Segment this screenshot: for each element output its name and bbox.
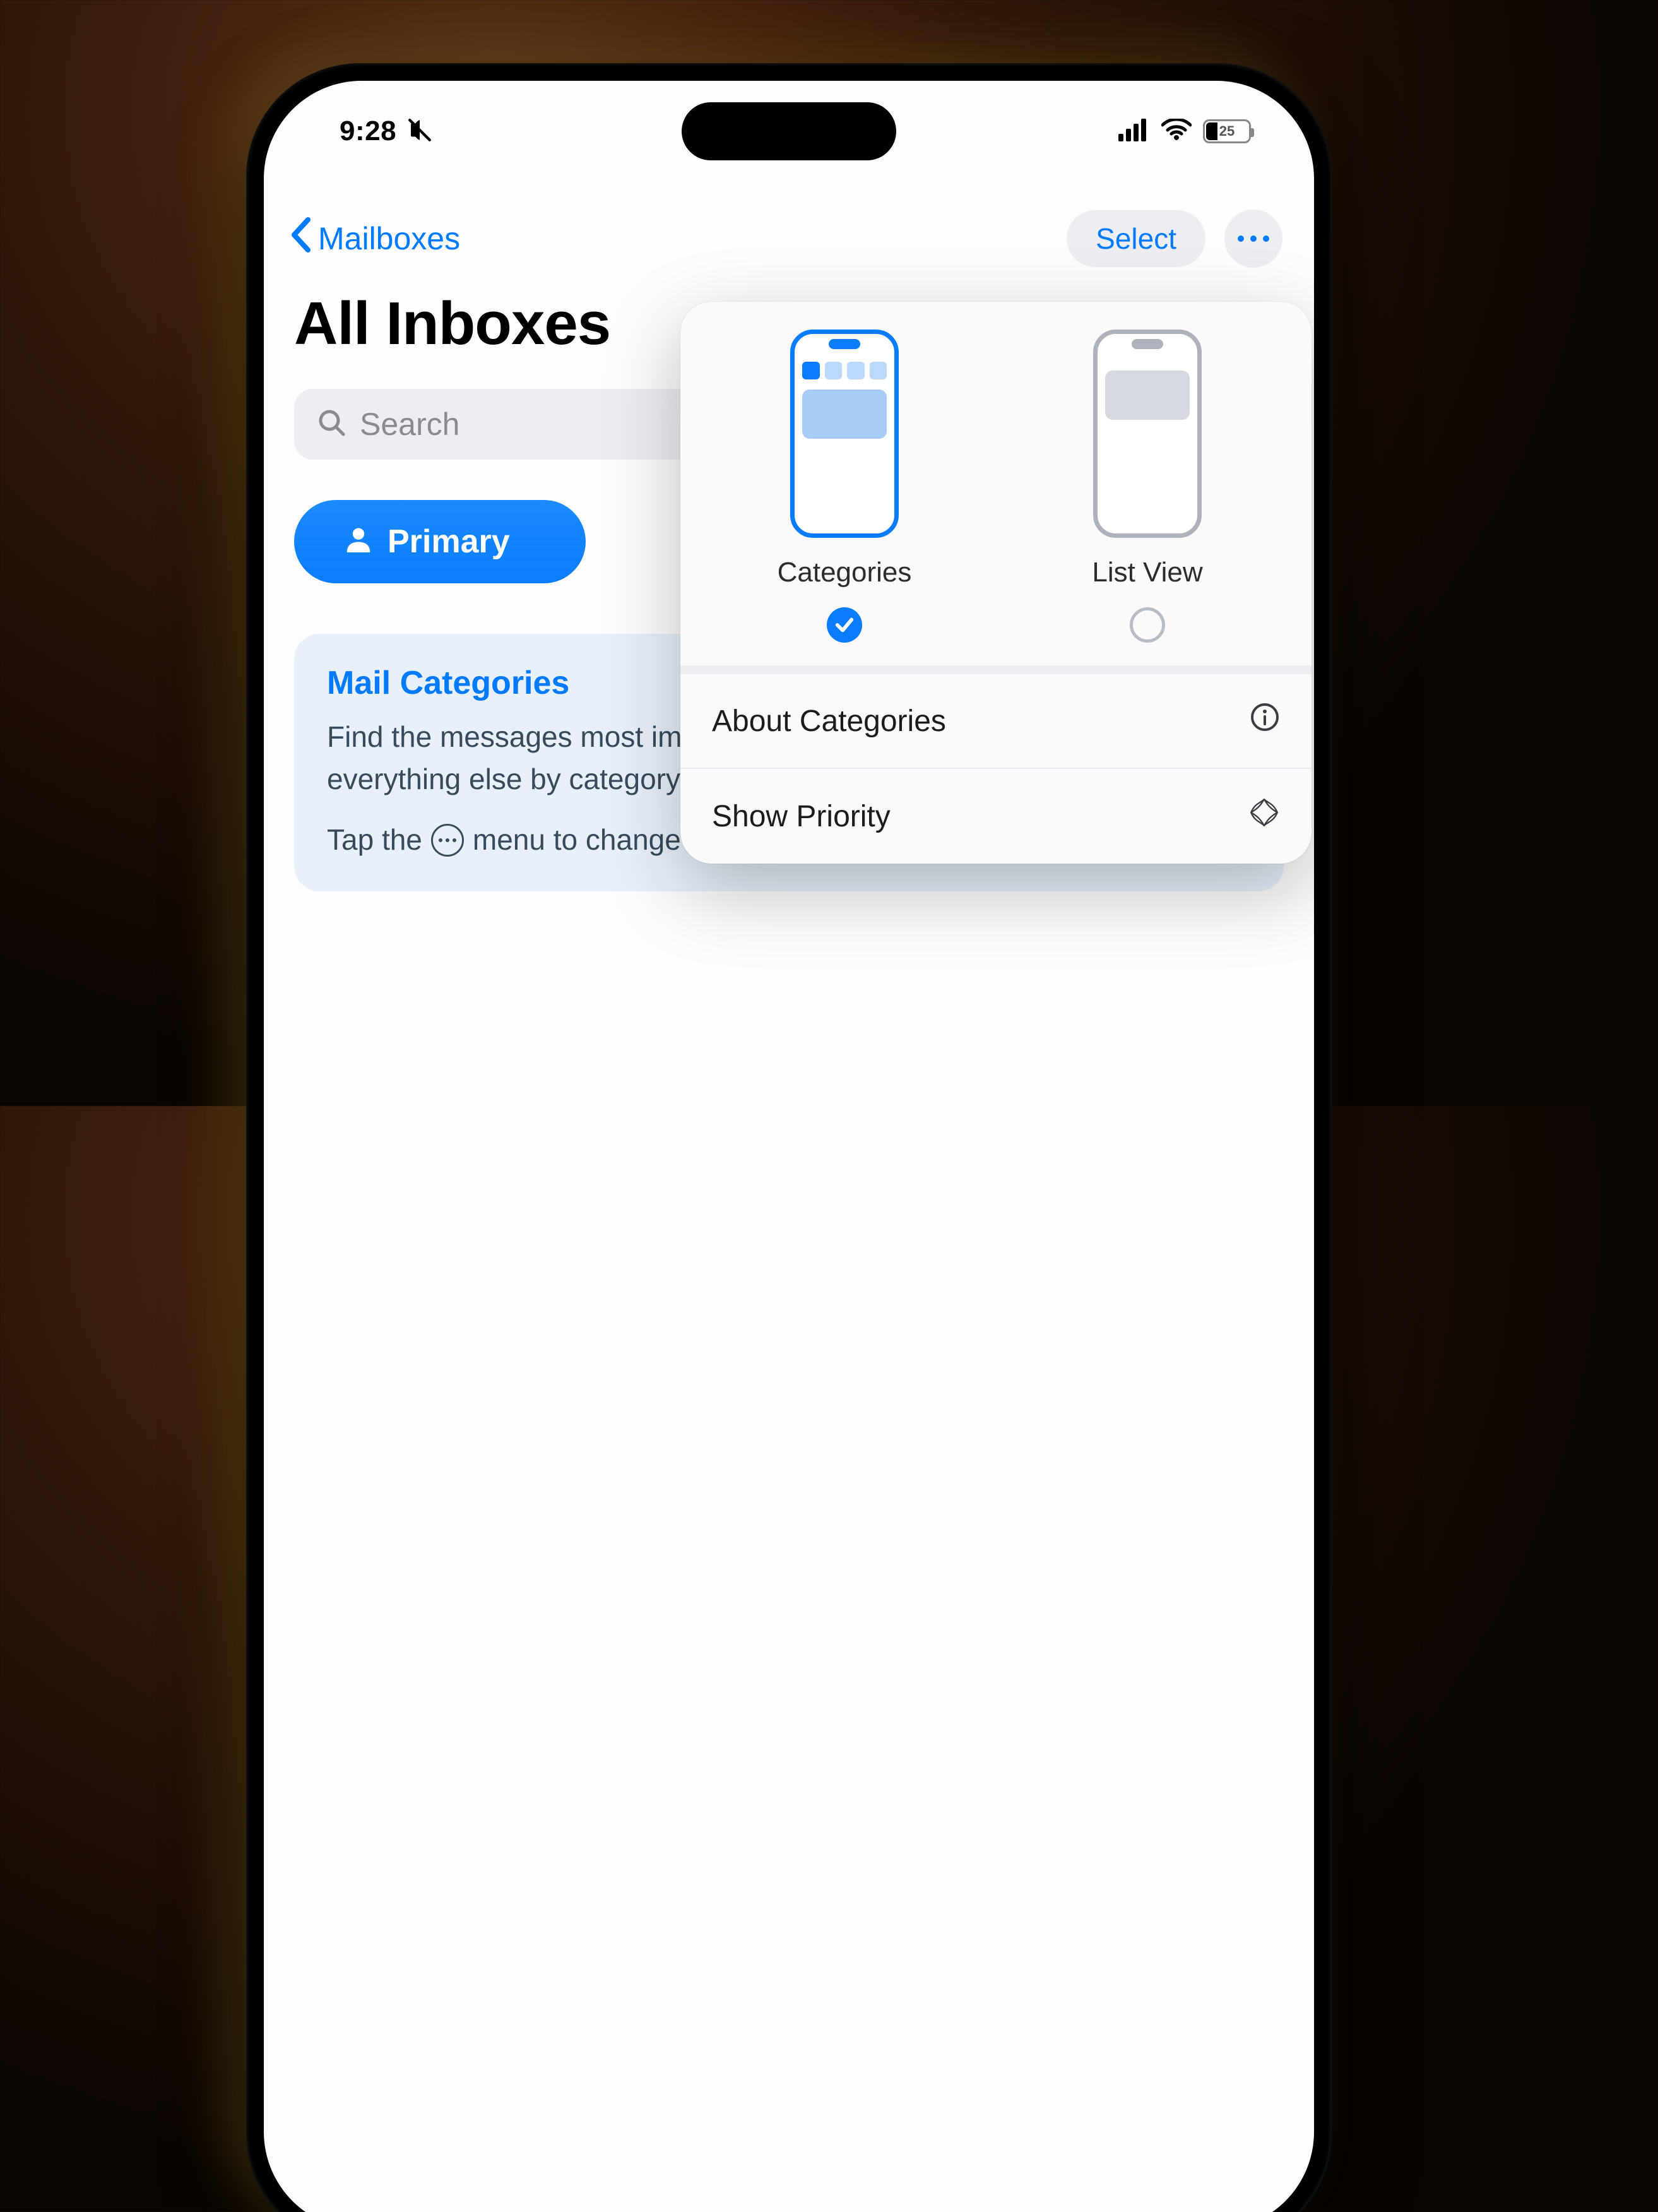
more-icon xyxy=(1238,235,1244,242)
intelligence-icon xyxy=(1248,797,1280,836)
menu-about-categories[interactable]: About Categories xyxy=(680,665,1312,768)
phone-frame: 9:28 xyxy=(246,63,1332,2212)
menu-show-priority-label: Show Priority xyxy=(712,799,891,834)
person-icon xyxy=(345,523,372,561)
nav-right: Select xyxy=(1067,210,1282,268)
select-label: Select xyxy=(1096,222,1176,255)
radio-listview[interactable] xyxy=(1130,607,1165,643)
status-left: 9:28 xyxy=(340,116,433,147)
view-option-listview[interactable]: List View xyxy=(1009,330,1286,643)
view-option-categories[interactable]: Categories xyxy=(706,330,983,643)
info-icon xyxy=(1250,702,1280,740)
view-options-row: Categories List View xyxy=(680,302,1312,665)
tab-primary-label: Primary xyxy=(388,523,510,561)
nav-bar: Mailboxes Select xyxy=(264,201,1314,276)
menu-about-label: About Categories xyxy=(712,704,946,739)
view-options-popover: Categories List View xyxy=(680,302,1312,864)
back-label: Mailboxes xyxy=(318,220,460,257)
status-time: 9:28 xyxy=(340,116,396,147)
status-right: 25 xyxy=(1118,119,1251,145)
radio-categories[interactable] xyxy=(827,607,862,643)
tab-primary[interactable]: Primary xyxy=(294,500,586,583)
back-button[interactable]: Mailboxes xyxy=(289,217,460,260)
more-icon-inline xyxy=(431,824,464,857)
silent-icon xyxy=(406,117,433,146)
view-option-listview-label: List View xyxy=(1092,557,1202,588)
menu-show-priority[interactable]: Show Priority xyxy=(680,768,1312,864)
categories-preview-icon xyxy=(790,330,899,538)
battery-icon: 25 xyxy=(1203,119,1251,143)
stage: 9:28 xyxy=(0,0,1658,1106)
dynamic-island xyxy=(682,102,896,160)
listview-preview-icon xyxy=(1093,330,1202,538)
select-button[interactable]: Select xyxy=(1067,210,1205,267)
search-icon xyxy=(317,408,347,441)
battery-percent: 25 xyxy=(1219,123,1235,140)
wifi-icon xyxy=(1161,119,1192,145)
more-button[interactable] xyxy=(1224,210,1282,268)
phone-screen: 9:28 xyxy=(264,81,1314,2212)
view-option-categories-label: Categories xyxy=(778,557,912,588)
search-placeholder: Search xyxy=(360,406,459,443)
chevron-left-icon xyxy=(289,217,314,260)
cellular-icon xyxy=(1118,119,1150,145)
